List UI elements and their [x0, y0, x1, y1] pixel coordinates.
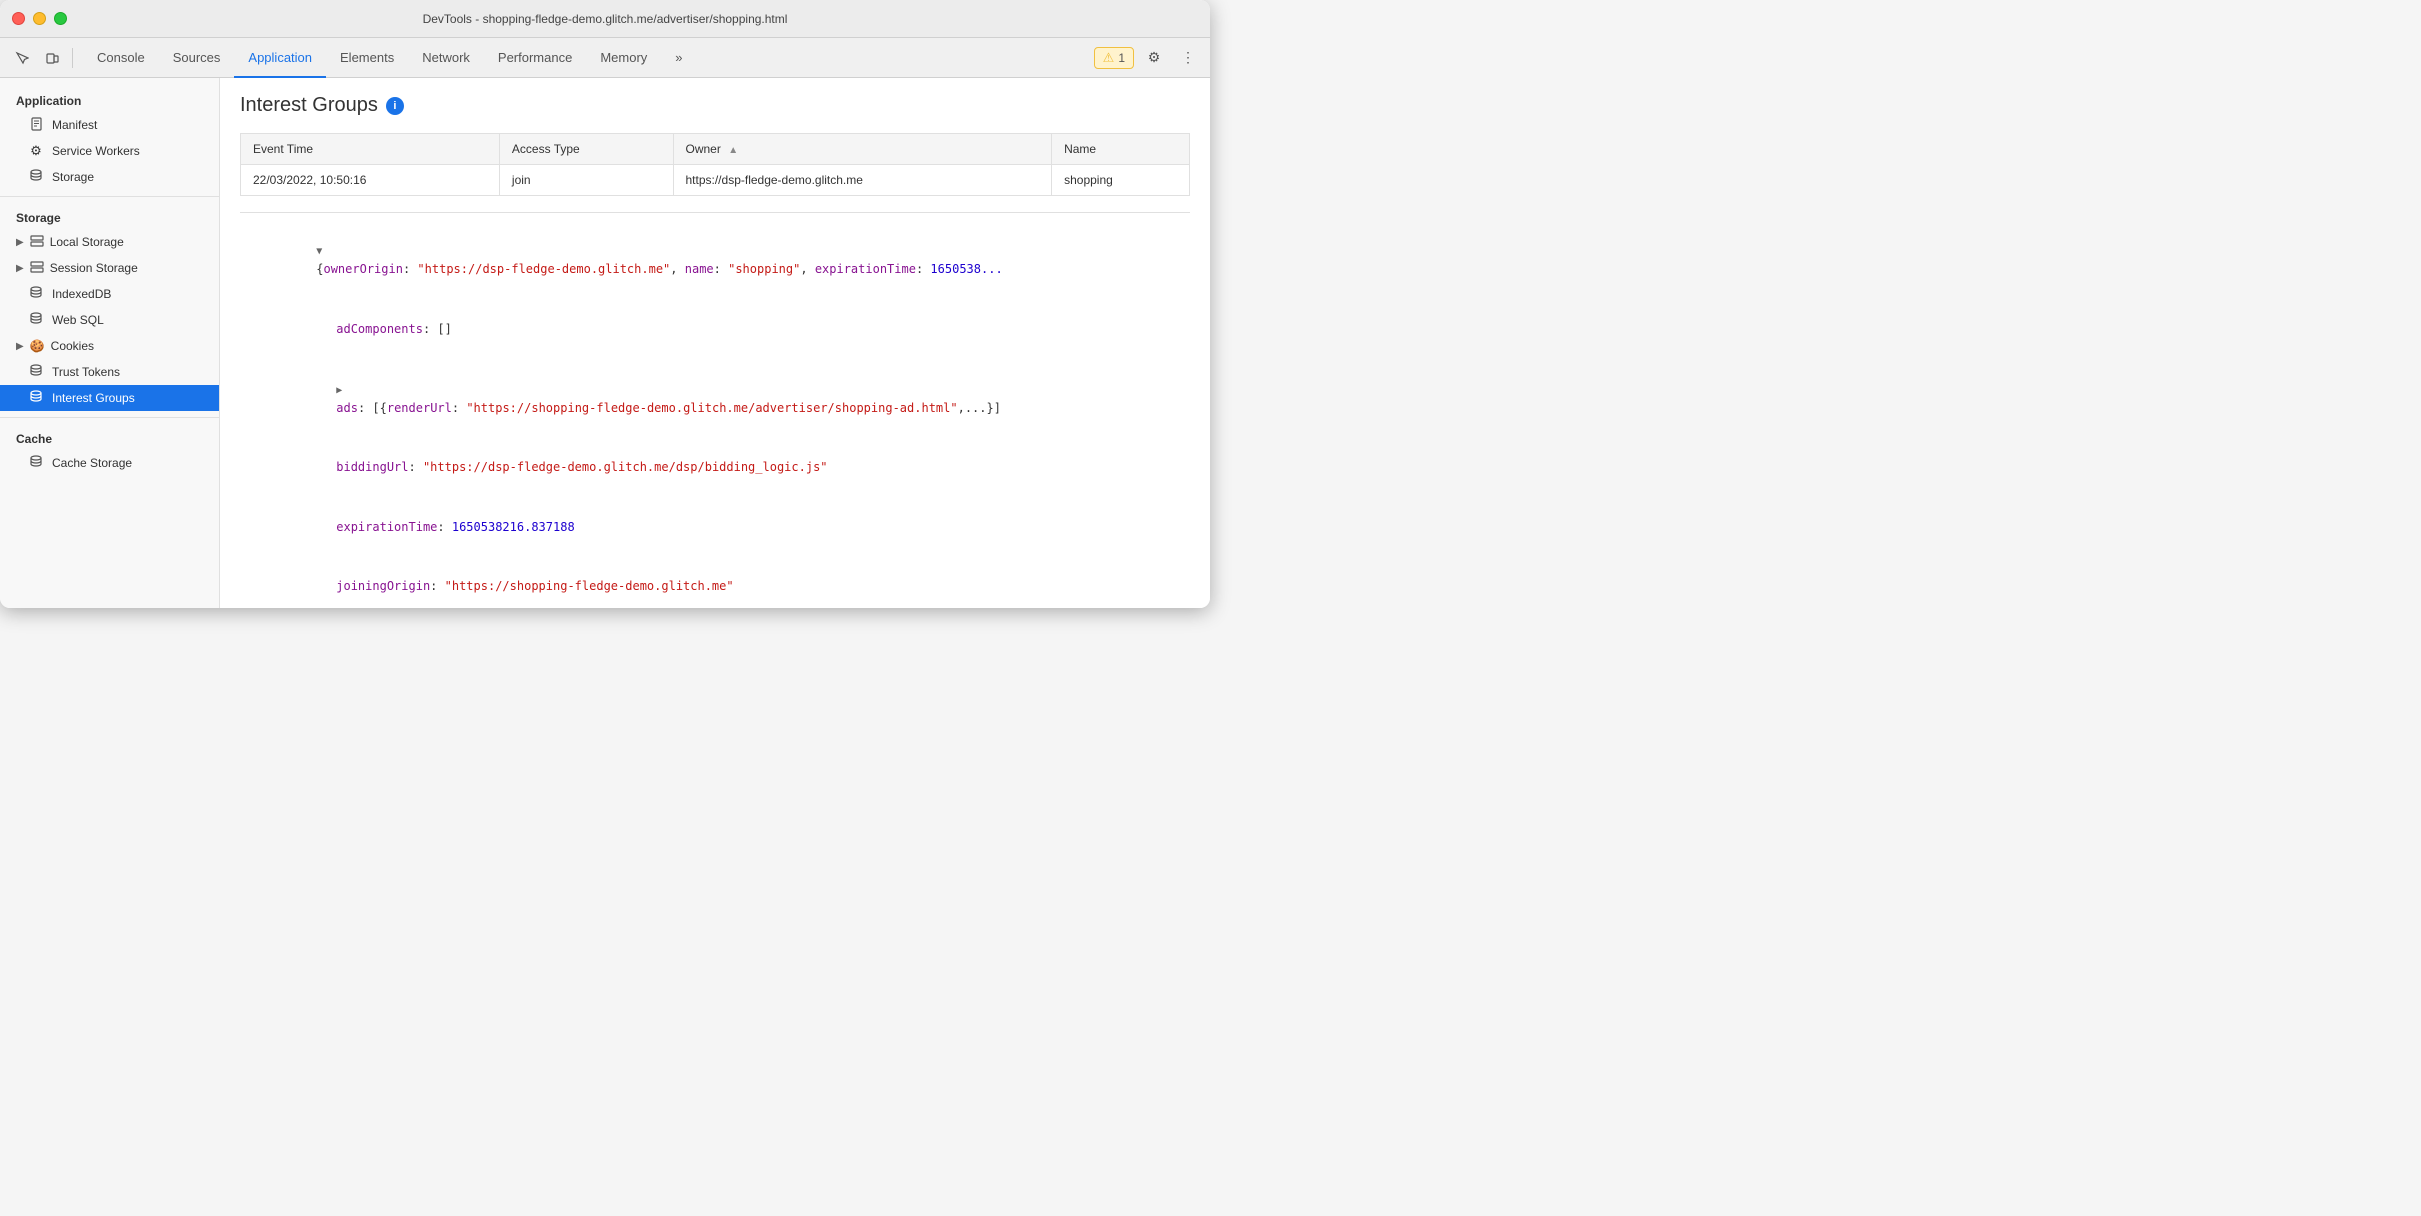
- sidebar-section-application: Application: [0, 86, 219, 112]
- right-panel: Interest Groups i Event Time Access Type…: [220, 78, 1210, 608]
- cursor-tool-button[interactable]: [8, 44, 36, 72]
- toolbar-tabs: Console Sources Application Elements Net…: [83, 38, 697, 78]
- tab-application[interactable]: Application: [234, 38, 326, 78]
- settings-button[interactable]: ⚙: [1140, 44, 1168, 72]
- storage-label: Storage: [52, 170, 94, 184]
- table-row[interactable]: 22/03/2022, 10:50:16 join https://dsp-fl…: [241, 165, 1190, 196]
- device-toolbar-button[interactable]: [38, 44, 66, 72]
- cell-access-type: join: [499, 165, 673, 196]
- tab-console[interactable]: Console: [83, 38, 159, 78]
- trust-tokens-label: Trust Tokens: [52, 365, 120, 379]
- sidebar-section-storage: Storage: [0, 203, 219, 229]
- sidebar-divider-2: [0, 417, 219, 418]
- traffic-lights: [12, 12, 67, 25]
- col-access-type[interactable]: Access Type: [499, 134, 673, 165]
- sidebar-item-session-storage[interactable]: ▶ Session Storage: [0, 255, 219, 281]
- warning-icon: ⚠: [1103, 50, 1115, 66]
- manifest-icon: [28, 117, 44, 134]
- session-storage-label: Session Storage: [50, 261, 138, 275]
- panel-title: Interest Groups i: [240, 94, 1190, 117]
- col-event-time[interactable]: Event Time: [241, 134, 500, 165]
- close-button[interactable]: [12, 12, 25, 25]
- titlebar: DevTools - shopping-fledge-demo.glitch.m…: [0, 0, 1210, 38]
- toolbar: Console Sources Application Elements Net…: [0, 38, 1210, 78]
- cache-storage-icon: [28, 455, 44, 471]
- info-icon[interactable]: i: [386, 97, 404, 115]
- tab-network[interactable]: Network: [408, 38, 484, 78]
- interest-groups-icon: [28, 390, 44, 406]
- indexeddb-icon: [28, 286, 44, 302]
- sidebar-section-cache: Cache: [0, 424, 219, 450]
- sidebar-divider-1: [0, 196, 219, 197]
- cell-owner: https://dsp-fledge-demo.glitch.me: [673, 165, 1052, 196]
- sidebar-item-manifest[interactable]: Manifest: [0, 112, 219, 138]
- main-content: Application Manifest ⚙ Service Workers S…: [0, 78, 1210, 608]
- json-line-joiningorigin: joiningOrigin: "https://shopping-fledge-…: [240, 557, 1190, 608]
- cell-name: shopping: [1052, 165, 1190, 196]
- tab-memory[interactable]: Memory: [586, 38, 661, 78]
- maximize-button[interactable]: [54, 12, 67, 25]
- json-ads-arrow[interactable]: ▶: [336, 385, 342, 396]
- local-storage-icon: [30, 235, 44, 250]
- owner-sort-arrow: ▲: [728, 145, 738, 156]
- local-storage-arrow: ▶: [16, 237, 24, 248]
- sidebar-item-cookies[interactable]: ▶ 🍪 Cookies: [0, 333, 219, 359]
- toolbar-separator-1: [72, 48, 73, 68]
- web-sql-icon: [28, 312, 44, 328]
- sidebar-item-web-sql[interactable]: Web SQL: [0, 307, 219, 333]
- col-owner[interactable]: Owner ▲: [673, 134, 1052, 165]
- json-tree: ▼ {ownerOrigin: "https://dsp-fledge-demo…: [240, 212, 1190, 608]
- cache-storage-label: Cache Storage: [52, 456, 132, 470]
- json-expand-arrow[interactable]: ▼: [316, 246, 322, 257]
- sidebar-item-indexeddb[interactable]: IndexedDB: [0, 281, 219, 307]
- session-storage-icon: [30, 261, 44, 276]
- session-storage-arrow: ▶: [16, 263, 24, 274]
- col-name[interactable]: Name: [1052, 134, 1190, 165]
- sidebar-item-interest-groups[interactable]: Interest Groups: [0, 385, 219, 411]
- sidebar-item-trust-tokens[interactable]: Trust Tokens: [0, 359, 219, 385]
- sidebar-item-cache-storage[interactable]: Cache Storage: [0, 450, 219, 476]
- json-line-biddingurl: biddingUrl: "https://dsp-fledge-demo.gli…: [240, 438, 1190, 498]
- cookies-icon: 🍪: [30, 339, 45, 353]
- sidebar: Application Manifest ⚙ Service Workers S…: [0, 78, 220, 608]
- devtools-window: DevTools - shopping-fledge-demo.glitch.m…: [0, 0, 1210, 608]
- sidebar-item-service-workers[interactable]: ⚙ Service Workers: [0, 138, 219, 164]
- sidebar-item-local-storage[interactable]: ▶ Local Storage: [0, 229, 219, 255]
- service-workers-icon: ⚙: [28, 143, 44, 159]
- indexeddb-label: IndexedDB: [52, 287, 111, 301]
- cell-event-time: 22/03/2022, 10:50:16: [241, 165, 500, 196]
- json-root-line[interactable]: ▼ {ownerOrigin: "https://dsp-fledge-demo…: [240, 221, 1190, 300]
- titlebar-title: DevTools - shopping-fledge-demo.glitch.m…: [423, 12, 788, 26]
- json-line-adcomponents: adComponents: []: [240, 300, 1190, 360]
- web-sql-label: Web SQL: [52, 313, 104, 327]
- more-options-button[interactable]: ⋮: [1174, 44, 1202, 72]
- sidebar-item-storage[interactable]: Storage: [0, 164, 219, 190]
- tab-elements[interactable]: Elements: [326, 38, 408, 78]
- cookies-arrow: ▶: [16, 341, 24, 352]
- service-workers-label: Service Workers: [52, 144, 140, 158]
- json-line-ads[interactable]: ▶ ads: [{renderUrl: "https://shopping-fl…: [240, 359, 1190, 438]
- tab-more[interactable]: »: [661, 38, 696, 78]
- local-storage-label: Local Storage: [50, 235, 124, 249]
- trust-tokens-icon: [28, 364, 44, 380]
- toolbar-right: ⚠ 1 ⚙ ⋮: [1094, 44, 1202, 72]
- panel-heading: Interest Groups: [240, 94, 378, 117]
- table-header-row: Event Time Access Type Owner ▲ Name: [241, 134, 1190, 165]
- tab-sources[interactable]: Sources: [159, 38, 235, 78]
- cookies-label: Cookies: [51, 339, 94, 353]
- storage-icon: [28, 169, 44, 185]
- json-line-expirationtime: expirationTime: 1650538216.837188: [240, 498, 1190, 558]
- manifest-label: Manifest: [52, 118, 97, 132]
- minimize-button[interactable]: [33, 12, 46, 25]
- interest-groups-table: Event Time Access Type Owner ▲ Name: [240, 133, 1190, 196]
- tab-performance[interactable]: Performance: [484, 38, 586, 78]
- warning-badge[interactable]: ⚠ 1: [1094, 47, 1134, 69]
- interest-groups-label: Interest Groups: [52, 391, 135, 405]
